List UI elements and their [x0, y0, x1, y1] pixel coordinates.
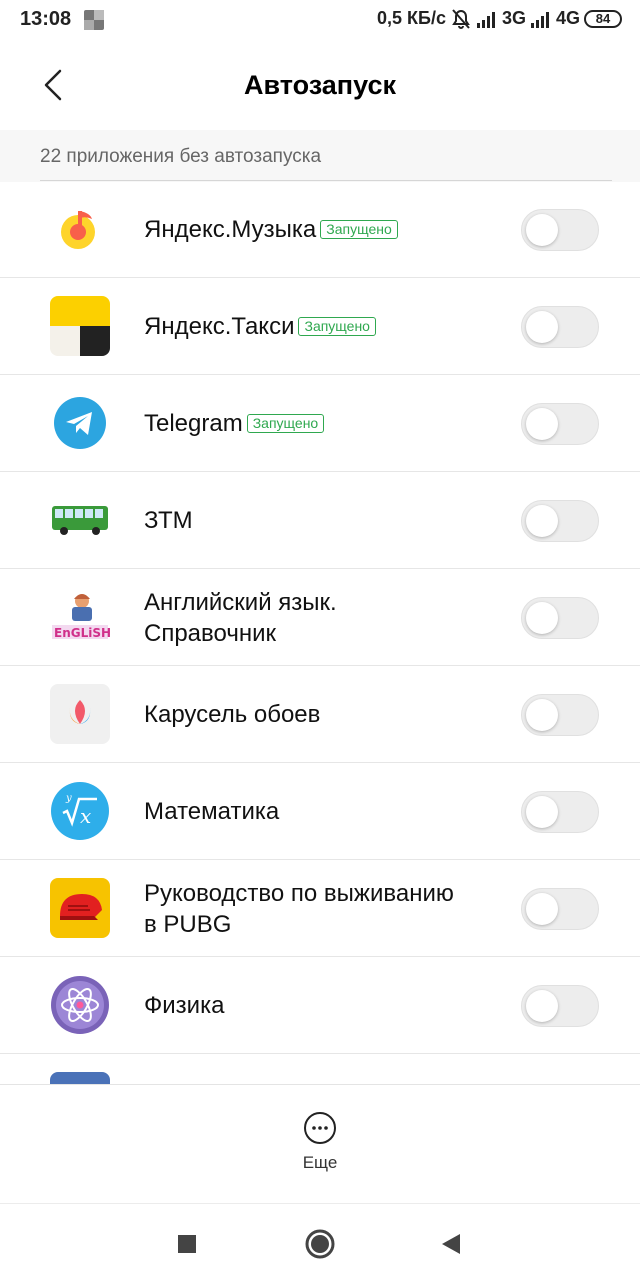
app-name: Яндекс.Такси Запущено	[144, 311, 376, 342]
running-badge: Запущено	[320, 220, 398, 239]
network-4g-label: 4G	[555, 8, 580, 28]
app-name: Руководство по выживанию в PUBG	[144, 879, 454, 938]
svg-text:x: x	[80, 804, 91, 828]
triangle-back-icon	[442, 1234, 460, 1254]
app-row[interactable]: xy Математика	[0, 763, 640, 860]
more-button[interactable]: Еще	[270, 1107, 370, 1187]
app-name: Физика	[144, 992, 225, 1019]
autostart-toggle[interactable]	[521, 985, 599, 1027]
home-button[interactable]	[300, 1224, 340, 1264]
telegram-icon	[50, 393, 110, 453]
app-name: ЗТМ	[144, 507, 193, 534]
app-name: Английский язык. Справочник	[144, 588, 337, 647]
gallery-notification-icon	[84, 10, 104, 30]
battery-indicator: 84	[584, 9, 622, 28]
yandex-taxi-icon	[50, 296, 110, 356]
signal-4g-icon	[530, 10, 552, 28]
autostart-toggle[interactable]	[521, 209, 599, 251]
status-time: 13:08	[20, 8, 72, 30]
silent-mode-icon	[450, 8, 472, 29]
app-list[interactable]: Яндекс.Музыка Запущено Яндекс.Такси Запуще…	[0, 181, 640, 1084]
recents-button[interactable]	[167, 1224, 207, 1264]
app-row[interactable]: Физика	[0, 957, 640, 1054]
square-icon	[178, 1235, 196, 1253]
app-row[interactable]: Telegram Запущено	[0, 375, 640, 472]
svg-text:EnGLiSH: EnGLiSH	[54, 626, 110, 640]
app-row[interactable]: Руководство по выживанию в PUBG	[0, 860, 640, 957]
autostart-toggle[interactable]	[521, 500, 599, 542]
atom-icon	[50, 975, 110, 1035]
page-title: Автозапуск	[243, 70, 396, 100]
autostart-toggle[interactable]	[521, 403, 599, 445]
status-indicators: 0,5 КБ/с 3G 4G 84	[377, 8, 622, 29]
math-icon: xy	[50, 781, 110, 841]
autostart-toggle[interactable]	[521, 306, 599, 348]
network-3g-label: 3G	[501, 8, 526, 28]
yandex-music-icon	[50, 199, 110, 259]
app-name: Яндекс.Музыка Запущено	[144, 214, 398, 245]
english-icon: EnGLiSH	[50, 587, 110, 647]
bottom-action-bar: Еще	[0, 1084, 640, 1202]
app-row[interactable]: Карусель обоев	[0, 666, 640, 763]
app-row[interactable]: EnGLiSH Английский язык. Справочник	[0, 569, 640, 666]
signal-3g-icon	[476, 10, 498, 28]
app-row[interactable]: Яндекс.Такси Запущено	[0, 278, 640, 375]
status-bar: 13:08 0,5 КБ/с 3G 4G 84	[0, 0, 640, 40]
running-badge: Запущено	[298, 317, 376, 336]
network-speed: 0,5 КБ/с	[377, 8, 446, 28]
app-name: Telegram Запущено	[144, 408, 325, 439]
app-row[interactable]: ЗТМ	[0, 472, 640, 569]
bus-icon	[50, 490, 110, 550]
svg-text:y: y	[65, 793, 72, 804]
pubg-helmet-icon	[50, 878, 110, 938]
back-nav-button[interactable]	[431, 1224, 471, 1264]
autostart-toggle[interactable]	[521, 694, 599, 736]
more-dots-icon	[304, 1112, 336, 1144]
section-label: 22 приложения без автозапуска	[40, 146, 322, 167]
app-row-partial[interactable]	[0, 1054, 640, 1084]
running-badge: Запущено	[246, 414, 325, 433]
app-name: Математика	[144, 798, 280, 825]
app-name: Карусель обоев	[144, 701, 321, 728]
more-label: Еще	[302, 1153, 338, 1172]
navigation-bar	[0, 1203, 640, 1280]
tulip-icon	[50, 684, 110, 744]
header: Автозапуск	[0, 40, 640, 130]
autostart-toggle[interactable]	[521, 791, 599, 833]
app-row[interactable]: Яндекс.Музыка Запущено	[0, 181, 640, 278]
app-icon-partial	[50, 1072, 110, 1084]
section-header: 22 приложения без автозапуска	[0, 130, 640, 182]
autostart-toggle[interactable]	[521, 597, 599, 639]
circle-icon	[305, 1229, 335, 1259]
autostart-toggle[interactable]	[521, 888, 599, 930]
